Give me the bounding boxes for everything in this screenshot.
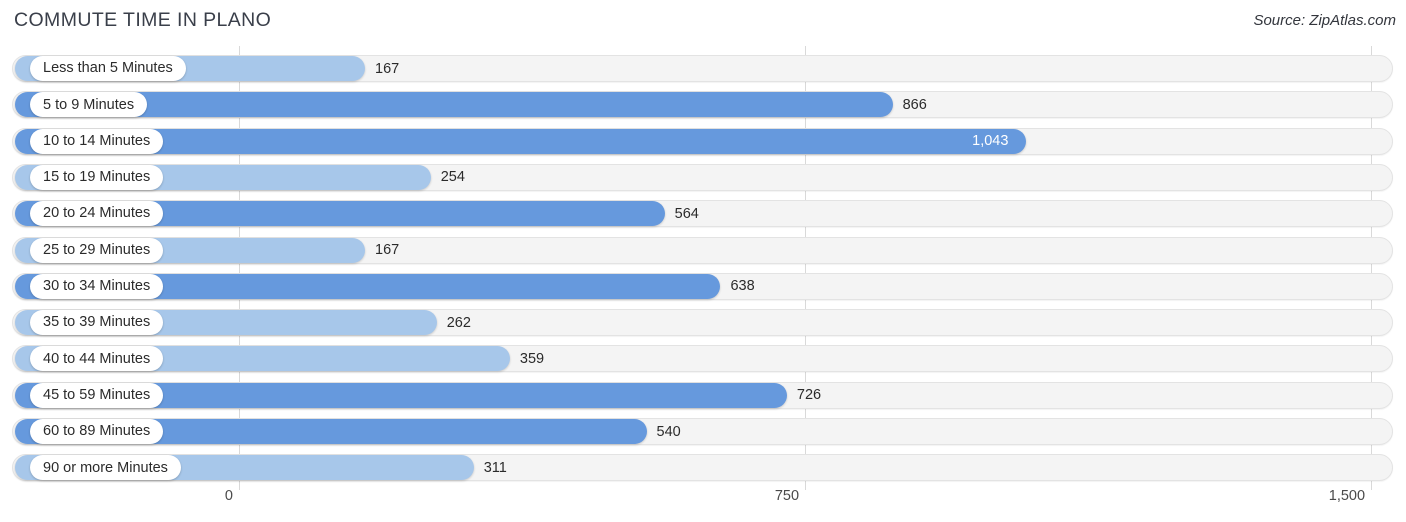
bar-category-label: 35 to 39 Minutes xyxy=(30,310,164,336)
bar-row: 35 to 39 Minutes 262 xyxy=(0,309,1406,337)
bar-row: 60 to 89 Minutes 540 xyxy=(0,418,1406,445)
bar-value-label: 254 xyxy=(440,169,465,186)
bar-value-label: 262 xyxy=(446,314,471,331)
axis-tick-label: 750 xyxy=(774,488,800,504)
bar-value-label: 1,043 xyxy=(972,133,1009,150)
bar-category-label: 45 to 59 Minutes xyxy=(30,382,164,408)
bar-category-label: 25 to 29 Minutes xyxy=(30,237,164,263)
bar[interactable] xyxy=(15,128,1027,154)
bar-value-label: 726 xyxy=(796,387,822,404)
bar-value-label: 311 xyxy=(483,459,507,476)
bar-row: 15 to 19 Minutes 254 xyxy=(0,163,1406,191)
bar-row: 25 to 29 Minutes 167 xyxy=(0,236,1406,264)
x-axis: 0 750 1,500 xyxy=(0,486,1406,522)
bar-row: 90 or more Minutes 311 xyxy=(0,454,1406,482)
bar-category-label: 5 to 9 Minutes xyxy=(30,92,148,118)
bar-value-label: 540 xyxy=(656,423,681,440)
axis-tick-label: 0 xyxy=(224,488,233,504)
source-attribution: Source: ZipAtlas.com xyxy=(1253,12,1396,29)
bar-category-label-text: 5 to 9 Minutes xyxy=(43,96,135,113)
bar-row: 10 to 14 Minutes 1,043 xyxy=(0,127,1406,155)
bar-category-label-text: 90 or more Minutes xyxy=(43,459,168,476)
bar-row: Less than 5 Minutes 167 xyxy=(0,55,1406,82)
bar-category-label: 20 to 24 Minutes xyxy=(30,201,164,227)
bar-value-label: 564 xyxy=(674,205,699,222)
bar-value-label: 638 xyxy=(730,278,755,295)
bar-category-label-text: 10 to 14 Minutes xyxy=(43,132,151,149)
bar-category-label-text: 35 to 39 Minutes xyxy=(43,314,151,331)
chart-container: COMMUTE TIME IN PLANO Source: ZipAtlas.c… xyxy=(0,0,1406,522)
bar-value-label: 866 xyxy=(902,96,927,113)
bar-category-label: 30 to 34 Minutes xyxy=(30,273,164,299)
plot-area: Less than 5 Minutes 167 5 to 9 Minutes 866 1… xyxy=(0,46,1406,490)
bar-row: 5 to 9 Minutes 866 xyxy=(0,91,1406,119)
bar-category-label: 60 to 89 Minutes xyxy=(30,419,164,444)
bar-row: 45 to 59 Minutes 726 xyxy=(0,381,1406,409)
bar-category-label: 10 to 14 Minutes xyxy=(30,128,164,154)
bar-category-label-text: 15 to 19 Minutes xyxy=(43,169,151,186)
bar-category-label-text: 20 to 24 Minutes xyxy=(43,205,151,222)
bar-value-label: 167 xyxy=(375,242,400,258)
axis-tick-label: 1,500 xyxy=(1328,488,1366,504)
bar-value-label: 167 xyxy=(375,60,400,77)
bar-category-label-text: 25 to 29 Minutes xyxy=(43,241,151,258)
page-title: COMMUTE TIME IN PLANO xyxy=(14,9,272,31)
bar-row: 20 to 24 Minutes 564 xyxy=(0,200,1406,228)
bar-row: 40 to 44 Minutes 359 xyxy=(0,345,1406,373)
bar-category-label-text: 40 to 44 Minutes xyxy=(43,350,151,367)
bar-category-label-text: Less than 5 Minutes xyxy=(43,60,173,77)
bar-category-label: Less than 5 Minutes xyxy=(30,56,186,81)
bar-category-label-text: 30 to 34 Minutes xyxy=(43,278,151,295)
bar-category-label: 15 to 19 Minutes xyxy=(30,164,164,190)
bar-category-label-text: 60 to 89 Minutes xyxy=(43,423,151,440)
bar-category-label: 40 to 44 Minutes xyxy=(30,346,164,372)
bar-value-label: 359 xyxy=(519,350,545,367)
bar-category-label: 90 or more Minutes xyxy=(30,455,181,481)
bar-category-label-text: 45 to 59 Minutes xyxy=(43,386,151,403)
bar-row: 30 to 34 Minutes 638 xyxy=(0,272,1406,300)
